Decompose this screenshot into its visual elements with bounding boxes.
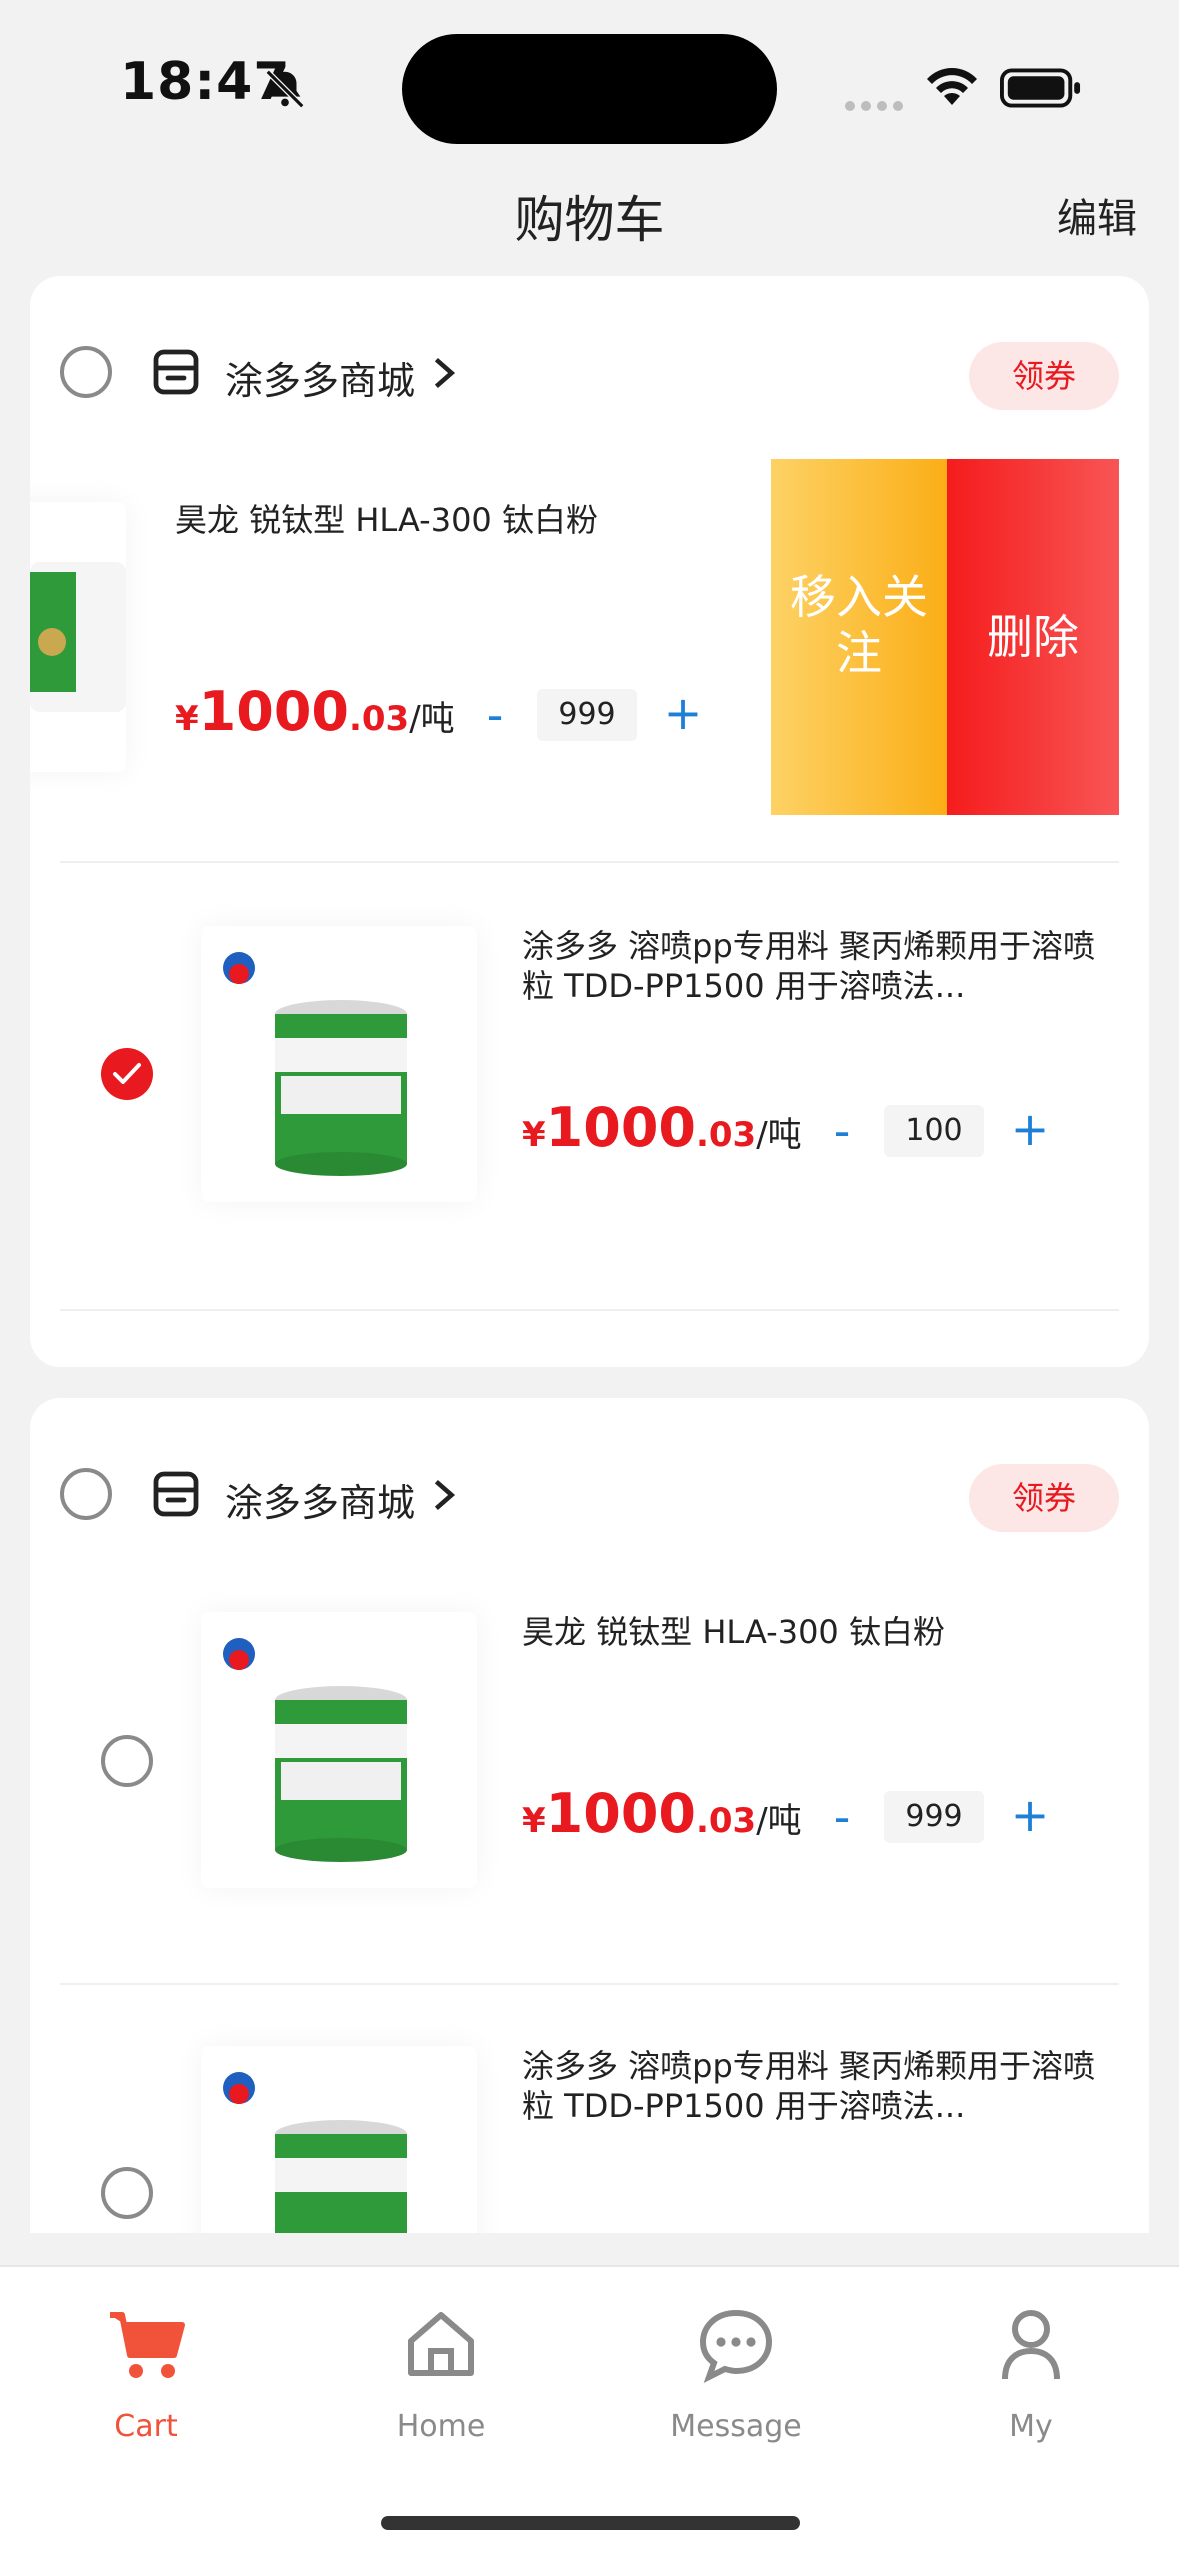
divider <box>60 1309 1119 1311</box>
cart-icon <box>110 2312 185 2378</box>
tab-label: My <box>1009 2409 1053 2444</box>
product-title: 昊龙 锐钛型 HLA-300 钛白粉 <box>175 501 598 539</box>
quantity-minus-button[interactable]: - <box>470 688 520 742</box>
cart-item-swiped[interactable]: 昊龙 锐钛型 HLA-300 钛白粉 ¥1000.03/吨 - 999 + 移入… <box>30 276 1149 815</box>
product-title: 涂多多 溶喷pp专用料 聚丙烯颗用于溶喷粒 TDD-PP1500 用于溶喷法..… <box>522 927 1095 1005</box>
product-price: ¥1000.03/吨 <box>522 1096 802 1159</box>
product-thumbnail <box>201 926 477 1202</box>
shop-group-card: 涂多多商城 领券 昊龙 锐钛型 HLA-300 钛白粉 ¥1000.03/吨 -… <box>30 276 1149 1367</box>
cart-screen: 18:47 购物车 编辑 涂多多商城 领券 昊龙 锐钛型 HLA-300 钛白粉… <box>0 0 1179 2556</box>
move-to-favorites-button[interactable]: 移入关注 <box>771 459 947 815</box>
dynamic-island <box>402 34 777 144</box>
cart-item[interactable]: 昊龙 锐钛型 HLA-300 钛白粉 ¥1000.03/吨 - 999 + <box>30 1398 1149 1988</box>
cart-item[interactable]: 涂多多 溶喷pp专用料 聚丙烯颗用于溶喷粒 TDD-PP1500 用于溶喷法..… <box>30 1984 1149 2233</box>
page-title: 购物车 <box>514 191 665 249</box>
cart-item[interactable]: 涂多多 溶喷pp专用料 聚丙烯颗用于溶喷粒 TDD-PP1500 用于溶喷法..… <box>30 862 1149 1312</box>
quantity-input[interactable]: 999 <box>537 689 637 741</box>
quantity-minus-button[interactable]: - <box>817 1790 867 1844</box>
tab-home[interactable]: Home <box>341 2307 541 2444</box>
home-indicator <box>381 2516 800 2530</box>
tab-message[interactable]: Message <box>636 2307 836 2444</box>
message-icon <box>699 2309 773 2383</box>
item-select-radio-checked[interactable] <box>101 1048 153 1100</box>
quantity-plus-button[interactable]: + <box>1005 1102 1055 1156</box>
home-icon <box>408 2312 474 2376</box>
quantity-input[interactable]: 999 <box>884 1791 984 1843</box>
quantity-plus-button[interactable]: + <box>1005 1788 1055 1842</box>
quantity-input[interactable]: 100 <box>884 1105 984 1157</box>
product-title: 昊龙 锐钛型 HLA-300 钛白粉 <box>522 1613 945 1651</box>
quantity-minus-button[interactable]: - <box>817 1104 867 1158</box>
item-select-radio[interactable] <box>101 1735 153 1787</box>
product-thumbnail <box>201 1612 477 1888</box>
product-thumbnail <box>30 502 126 772</box>
product-price: ¥1000.03/吨 <box>522 1782 802 1845</box>
tab-label: Home <box>396 2409 486 2444</box>
edit-button[interactable]: 编辑 <box>1057 186 1137 244</box>
product-title: 涂多多 溶喷pp专用料 聚丙烯颗用于溶喷粒 TDD-PP1500 用于溶喷法..… <box>522 2047 1095 2125</box>
tab-label: Cart <box>114 2409 178 2444</box>
item-select-radio[interactable] <box>101 2167 153 2219</box>
signal-dots-icon <box>845 96 909 115</box>
tab-label: Message <box>670 2409 802 2444</box>
user-icon <box>1002 2310 1060 2380</box>
quantity-plus-button[interactable]: + <box>658 686 708 740</box>
product-thumbnail <box>201 2046 477 2233</box>
bell-muted-icon <box>265 69 305 109</box>
product-price: ¥1000.03/吨 <box>175 680 455 743</box>
tab-my[interactable]: My <box>931 2307 1131 2444</box>
wifi-icon <box>927 68 977 105</box>
delete-button[interactable]: 删除 <box>947 459 1119 815</box>
tab-cart[interactable]: Cart <box>46 2307 246 2444</box>
tab-bar: Cart Home Message My <box>0 2265 1179 2556</box>
battery-icon <box>1000 68 1081 108</box>
shop-group-card: 涂多多商城 领券 昊龙 锐钛型 HLA-300 钛白粉 ¥1000.03/吨 -… <box>30 1398 1149 2233</box>
